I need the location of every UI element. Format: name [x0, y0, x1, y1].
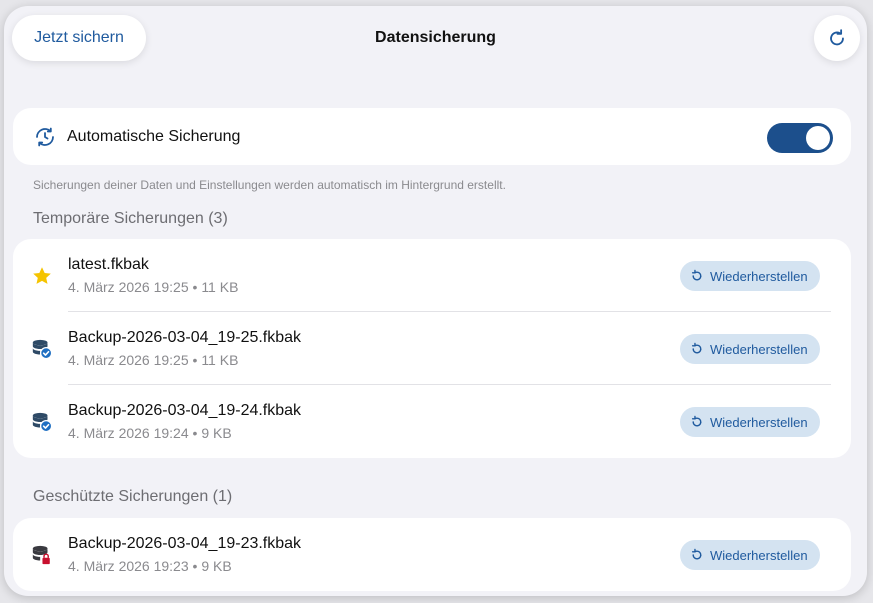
restore-label: Wiederherstellen: [710, 341, 808, 357]
restore-button[interactable]: Wiederherstellen: [680, 407, 820, 437]
clock-arrows-icon: [36, 127, 54, 147]
file-name: latest.fkbak: [68, 256, 149, 273]
list-item: Backup-2026-03-04_19-23.fkbak 4. März 20…: [13, 518, 851, 591]
file-meta: 4. März 2026 19:25 • 11 KB: [68, 279, 239, 295]
restore-label: Wiederherstellen: [710, 268, 808, 284]
restore-label: Wiederherstellen: [710, 547, 808, 563]
star-icon: [33, 267, 51, 284]
restore-icon: [691, 269, 702, 281]
auto-backup-label: Automatische Sicherung: [67, 128, 241, 145]
list-item: Backup-2026-03-04_19-25.fkbak 4. März 20…: [13, 312, 851, 385]
temporary-backups-list: latest.fkbak 4. März 2026 19:25 • 11 KB …: [13, 239, 851, 458]
backup-sheet: Jetzt sichern Datensicherung Automatisch…: [4, 6, 867, 596]
section-title-temporary: Temporäre Sicherungen (3): [33, 210, 228, 227]
restore-button[interactable]: Wiederherstellen: [680, 334, 820, 364]
section-title-protected: Geschützte Sicherungen (1): [33, 488, 233, 505]
list-item: Backup-2026-03-04_19-24.fkbak 4. März 20…: [13, 385, 851, 458]
restore-icon: [691, 415, 702, 427]
auto-backup-footer: Sicherungen deiner Daten und Einstellung…: [33, 178, 506, 192]
toggle-knob: [806, 126, 830, 150]
page-title: Datensicherung: [375, 29, 496, 46]
file-name: Backup-2026-03-04_19-24.fkbak: [68, 402, 302, 419]
refresh-icon: [830, 29, 844, 46]
list-item: latest.fkbak 4. März 2026 19:25 • 11 KB …: [13, 239, 851, 312]
restore-button[interactable]: Wiederherstellen: [680, 540, 820, 570]
file-meta: 4. März 2026 19:23 • 9 KB: [68, 558, 232, 574]
protected-backups-list: Backup-2026-03-04_19-23.fkbak 4. März 20…: [13, 518, 851, 591]
auto-backup-toggle[interactable]: [767, 123, 833, 153]
database-check-icon: [32, 412, 53, 433]
restore-label: Wiederherstellen: [710, 414, 808, 430]
file-name: Backup-2026-03-04_19-25.fkbak: [68, 329, 302, 346]
database-check-icon: [32, 339, 53, 360]
file-meta: 4. März 2026 19:25 • 11 KB: [68, 352, 239, 368]
refresh-button[interactable]: [814, 15, 860, 61]
restore-icon: [691, 342, 702, 354]
restore-button[interactable]: Wiederherstellen: [680, 261, 820, 291]
database-lock-icon: [32, 545, 50, 565]
auto-backup-row: Automatische Sicherung: [13, 108, 851, 165]
restore-icon: [691, 548, 702, 560]
file-meta: 4. März 2026 19:24 • 9 KB: [68, 425, 232, 441]
file-name: Backup-2026-03-04_19-23.fkbak: [68, 535, 302, 552]
